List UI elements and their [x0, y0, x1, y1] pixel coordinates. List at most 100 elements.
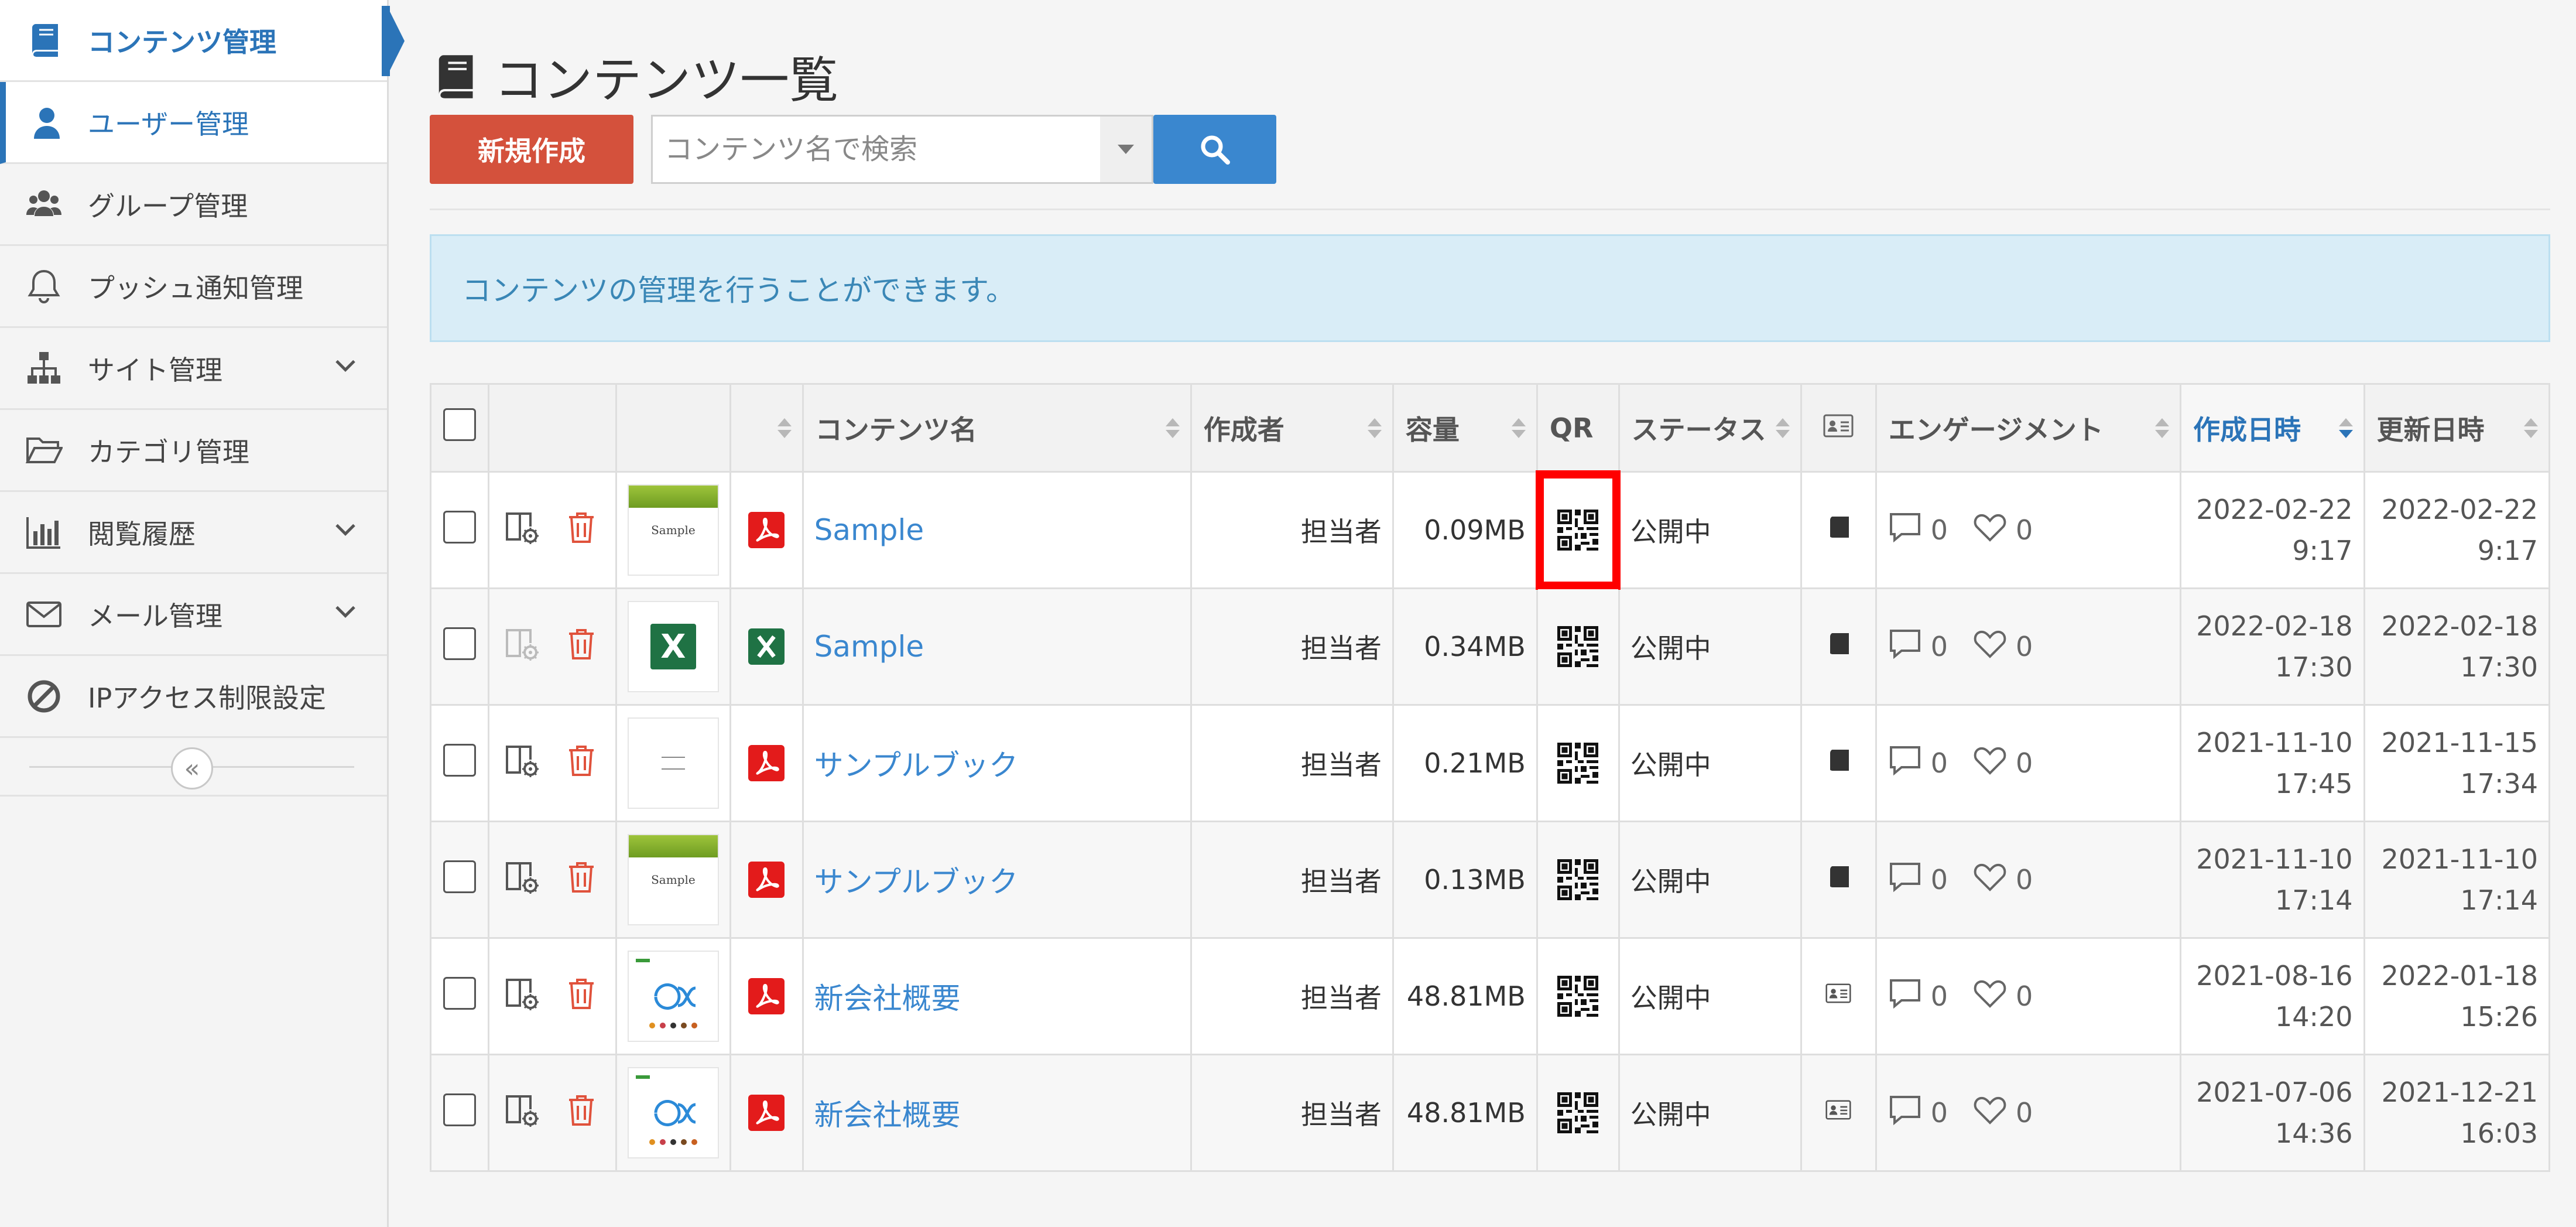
book-icon[interactable] — [1825, 864, 1851, 890]
header-size[interactable]: 容量 — [1392, 383, 1538, 473]
sidebar-item-history[interactable]: 閲覧履歴 — [0, 492, 387, 574]
header-status[interactable]: ステータス — [1618, 383, 1803, 473]
qr-code-icon[interactable] — [1557, 626, 1599, 667]
sitemap-icon — [0, 350, 88, 387]
search-icon — [1201, 135, 1230, 165]
row-checkbox[interactable] — [443, 976, 476, 1010]
trash-icon[interactable] — [561, 623, 602, 671]
content-thumbnail[interactable] — [627, 951, 719, 1042]
search-input[interactable] — [653, 120, 1109, 179]
row-thumbnail-cell: X — [615, 587, 731, 706]
sidebar-item-contents[interactable]: コンテンツ管理 — [0, 0, 390, 82]
content-thumbnail[interactable] — [627, 1067, 719, 1158]
trash-icon[interactable] — [561, 740, 602, 787]
search-button[interactable] — [1153, 115, 1276, 184]
trash-icon[interactable] — [561, 507, 602, 554]
row-checkbox[interactable] — [443, 860, 476, 893]
content-settings-icon[interactable] — [502, 507, 543, 554]
header-created-label: 作成日時 — [2193, 413, 2301, 446]
search-dropdown-toggle[interactable] — [1100, 117, 1152, 182]
thumbnail-company-deck — [635, 1075, 697, 1145]
sort-icon — [2524, 418, 2538, 438]
sidebar-item-groups[interactable]: グループ管理 — [0, 164, 387, 246]
sidebar-item-categories[interactable]: カテゴリ管理 — [0, 410, 387, 492]
content-name-link[interactable]: サンプルブック — [814, 865, 1019, 899]
bell-icon — [0, 268, 88, 305]
sidebar-item-mail[interactable]: メール管理 — [0, 574, 387, 656]
updated-time: 17:14 — [2460, 884, 2538, 916]
heart-icon — [1972, 976, 2008, 1017]
row-name-cell: 新会社概要 — [801, 1054, 1192, 1172]
row-thumbnail-cell — [615, 1054, 731, 1172]
content-thumbnail[interactable]: X — [627, 601, 719, 692]
content-settings-icon[interactable] — [502, 623, 543, 671]
row-created-cell: 2022-02-18 17:30 — [2180, 587, 2365, 706]
row-checkbox[interactable] — [443, 1093, 476, 1126]
qr-code-icon[interactable] — [1557, 1092, 1599, 1133]
id-card-icon[interactable] — [1825, 980, 1851, 1006]
trash-icon[interactable] — [561, 856, 602, 904]
content-name-link[interactable]: 新会社概要 — [814, 1098, 961, 1132]
book-icon[interactable] — [1825, 747, 1851, 773]
comment-icon — [1888, 1092, 1923, 1134]
author-text: 担当者 — [1300, 1099, 1382, 1130]
sidebar-item-push-notifications[interactable]: プッシュ通知管理 — [0, 246, 387, 328]
header-type[interactable] — [729, 383, 804, 473]
row-author-cell: 担当者 — [1190, 937, 1394, 1055]
content-settings-icon[interactable] — [502, 740, 543, 787]
content-name-link[interactable]: サンプルブック — [814, 748, 1019, 782]
comment-count: 0 — [1930, 864, 1948, 896]
header-name[interactable]: コンテンツ名 — [801, 383, 1192, 473]
row-select-cell — [430, 587, 489, 706]
row-checkbox[interactable] — [443, 510, 476, 544]
status-text: 公開中 — [1630, 516, 1711, 548]
book-icon[interactable] — [1825, 514, 1851, 540]
created-date: 2021-07-06 — [2196, 1076, 2353, 1108]
comment-icon — [1888, 859, 1923, 901]
updated-date: 2021-11-15 — [2381, 727, 2538, 758]
sidebar-item-label: サイト管理 — [88, 354, 222, 386]
content-settings-icon[interactable] — [502, 1089, 543, 1137]
header-created[interactable]: 作成日時 — [2180, 383, 2365, 473]
row-size-cell: 0.21MB — [1392, 704, 1538, 822]
qr-code-icon[interactable] — [1557, 859, 1599, 900]
qr-code-icon[interactable] — [1557, 510, 1599, 551]
row-checkbox[interactable] — [443, 627, 476, 660]
header-author[interactable]: 作成者 — [1190, 383, 1394, 473]
chevron-down-icon — [332, 515, 359, 549]
thumbnail-company-deck — [635, 959, 697, 1028]
select-all-checkbox[interactable] — [443, 408, 476, 441]
content-thumbnail[interactable] — [627, 717, 719, 809]
header-engagement[interactable]: エンゲージメント — [1875, 383, 2182, 473]
chevron-down-icon — [332, 351, 359, 385]
row-checkbox[interactable] — [443, 743, 476, 777]
sidebar-item-label: 閲覧履歴 — [88, 518, 196, 550]
size-text: 0.21MB — [1424, 747, 1526, 779]
qr-code-icon[interactable] — [1557, 743, 1599, 784]
id-card-icon[interactable] — [1825, 1097, 1851, 1123]
row-status-cell: 公開中 — [1618, 821, 1803, 939]
content-thumbnail[interactable]: Sample — [627, 834, 719, 925]
sort-icon — [1165, 418, 1180, 438]
content-name-link[interactable]: 新会社概要 — [814, 982, 961, 1016]
trash-icon[interactable] — [561, 973, 602, 1020]
collapse-sidebar-button[interactable]: « — [171, 747, 213, 789]
sidebar-item-ip-restriction[interactable]: IPアクセス制限設定 — [0, 656, 387, 738]
sidebar-item-users[interactable]: ユーザー管理 — [0, 82, 387, 164]
sidebar-item-sites[interactable]: サイト管理 — [0, 328, 387, 410]
row-updated-cell: 2022-01-18 15:26 — [2363, 937, 2551, 1055]
created-date: 2021-08-16 — [2196, 960, 2353, 992]
content-name-link[interactable]: Sample — [814, 630, 924, 664]
row-type-cell — [729, 1054, 804, 1172]
user-icon — [6, 104, 88, 141]
qr-code-icon[interactable] — [1557, 976, 1599, 1017]
new-content-button[interactable]: 新規作成 — [430, 115, 633, 184]
header-updated[interactable]: 更新日時 — [2363, 383, 2551, 473]
content-settings-icon[interactable] — [502, 856, 543, 904]
comment-icon — [1888, 976, 1923, 1017]
book-icon[interactable] — [1825, 631, 1851, 657]
content-name-link[interactable]: Sample — [814, 513, 924, 547]
content-thumbnail[interactable]: Sample — [627, 484, 719, 576]
trash-icon[interactable] — [561, 1089, 602, 1137]
content-settings-icon[interactable] — [502, 973, 543, 1020]
